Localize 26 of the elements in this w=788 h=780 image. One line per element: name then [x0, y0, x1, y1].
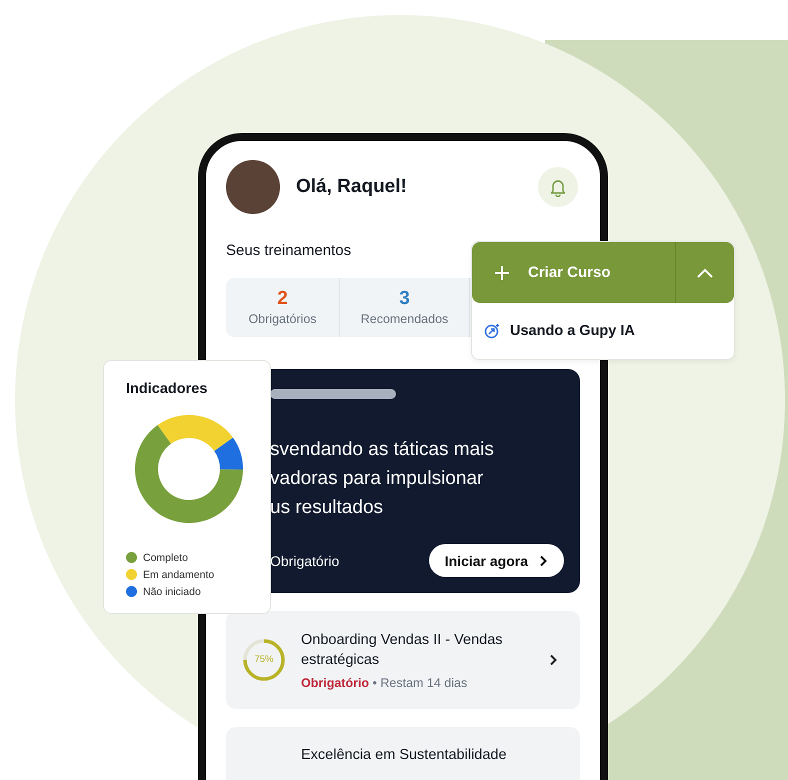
course-title: svendando as táticas mais vadoras para impulsionar us resultados: [270, 438, 495, 520]
course-card[interactable]: 75% Onboarding Vendas II - Vendas estratégicas Obrigatório • Restam 14 dias: [226, 611, 580, 709]
course-meta: Obrigatório • Restam 14 dias: [301, 676, 468, 690]
stat-label: Obrigatórios: [248, 312, 317, 326]
menu-option[interactable]: Usando a Gupy IA: [472, 303, 734, 359]
progress-percent: 75%: [254, 654, 274, 666]
start-button[interactable]: Iniciar agora: [428, 544, 564, 577]
course-tag: Obrigatório: [270, 552, 340, 568]
legend-label: Completo: [143, 552, 188, 564]
stat-value: 2: [277, 288, 288, 310]
course-card[interactable]: Excelência em Sustentabilidade: [226, 727, 580, 780]
chevron-right-icon: [548, 654, 558, 666]
section-title: Seus treinamentos: [226, 241, 352, 261]
avatar-placeholder: [226, 160, 280, 214]
legend-label: Em andamento: [143, 568, 214, 580]
stat-label: Recomendados: [360, 312, 448, 326]
card-title: Indicadores: [126, 381, 208, 397]
legend-label: Não iniciado: [143, 586, 201, 598]
plus-icon: [494, 264, 510, 280]
course-name: Onboarding Vendas II - Vendas estratégicas: [301, 631, 504, 670]
course-name: Excelência em Sustentabilidade: [301, 746, 508, 765]
chevron-up-icon: [696, 266, 714, 278]
notifications-button[interactable]: [538, 167, 578, 207]
chevron-right-icon: [538, 554, 548, 566]
greeting: Olá, Raquel!: [296, 176, 408, 198]
stat-value: 3: [399, 288, 410, 310]
